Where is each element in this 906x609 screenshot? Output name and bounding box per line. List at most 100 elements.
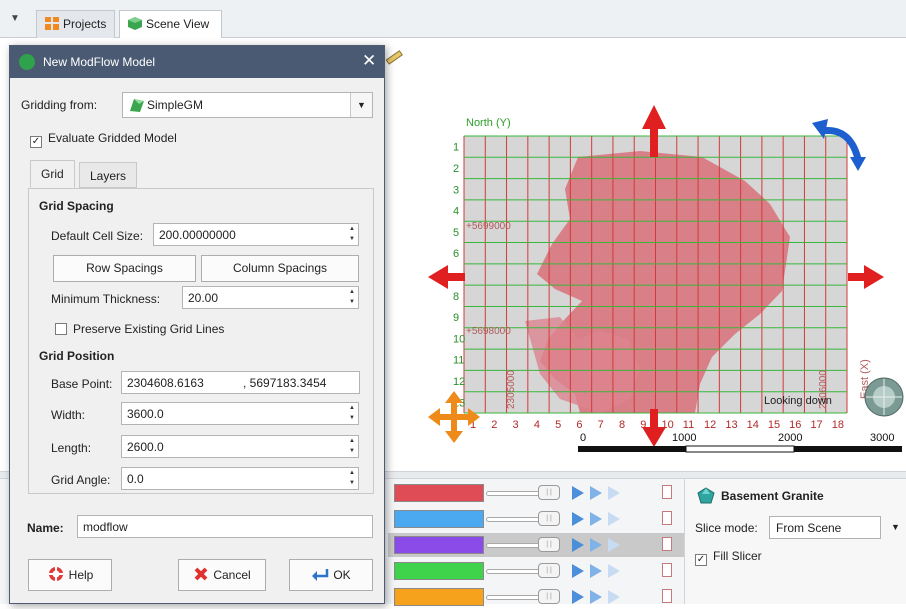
evaluate-label: Evaluate Gridded Model: [48, 131, 177, 145]
colour-swatch[interactable]: [394, 536, 484, 554]
close-icon[interactable]: ✕: [362, 51, 376, 71]
move-arrow-left-icon[interactable]: [428, 265, 465, 289]
dialog-title: New ModFlow Model: [43, 55, 156, 69]
base-point-input[interactable]: 2304608.6163 , 5697183.3454: [121, 371, 360, 394]
shape-row[interactable]: | |: [388, 507, 688, 531]
slice-mode-select[interactable]: From Scene: [769, 516, 881, 539]
view-mode-icon[interactable]: [572, 538, 584, 552]
column-tick-label: 14: [747, 419, 759, 431]
width-stepper[interactable]: ▲ ▼: [346, 403, 358, 424]
minimum-thickness-stepper[interactable]: ▲ ▼: [346, 287, 358, 308]
properties-icon[interactable]: [662, 589, 672, 603]
column-tick-label: 2: [491, 419, 497, 431]
scale-label-3000: 3000: [870, 432, 894, 444]
shape-row[interactable]: | |: [388, 559, 688, 583]
tab-projects[interactable]: Projects: [36, 10, 116, 38]
grid-position-heading: Grid Position: [39, 349, 115, 363]
view-mode-icon[interactable]: [590, 486, 602, 500]
gridding-from-value: SimpleGM: [147, 98, 204, 112]
base-point-y: , 5697183.3454: [243, 376, 327, 390]
fill-slicer-checkbox[interactable]: ✓ Fill Slicer: [695, 549, 762, 566]
fill-slicer-label: Fill Slicer: [713, 549, 762, 563]
column-tick-label: 3: [513, 419, 519, 431]
tab-grid[interactable]: Grid: [30, 160, 75, 188]
view-mode-icon[interactable]: [572, 564, 584, 578]
grid-angle-stepper[interactable]: ▲ ▼: [346, 468, 358, 489]
shape-row[interactable]: | |: [388, 533, 688, 557]
evaluate-gridded-model-checkbox[interactable]: ✓ Evaluate Gridded Model: [30, 131, 177, 148]
tab-menu-chevron-icon[interactable]: ▼: [10, 13, 20, 24]
view-mode-icon[interactable]: [590, 590, 602, 604]
row-spacings-button[interactable]: Row Spacings: [53, 255, 196, 282]
properties-icon[interactable]: [662, 563, 672, 577]
view-mode-icon[interactable]: [572, 486, 584, 500]
east-coord-1: 2305000: [506, 370, 517, 409]
view-mode-icon[interactable]: [572, 590, 584, 604]
view-mode-icon[interactable]: [572, 512, 584, 526]
dialog-title-bar[interactable]: New ModFlow Model ✕: [10, 46, 384, 78]
name-label: Name:: [27, 521, 64, 535]
tab-scene-view[interactable]: Scene View: [119, 10, 222, 38]
preserve-check-box: [55, 323, 67, 335]
row-tick-label: 12: [453, 376, 465, 388]
ok-label: OK: [333, 568, 351, 582]
colour-swatch[interactable]: [394, 588, 484, 606]
width-value: 3600.0: [127, 407, 164, 421]
column-tick-label: 4: [534, 419, 540, 431]
opacity-slider-knob[interactable]: | |: [538, 511, 560, 526]
gridding-dropdown-icon[interactable]: ▼: [350, 93, 372, 117]
name-input[interactable]: modflow: [77, 515, 373, 538]
length-input[interactable]: 2600.0 ▲ ▼: [121, 435, 359, 458]
row-tick-label: 10: [453, 333, 465, 345]
opacity-slider-knob[interactable]: | |: [538, 563, 560, 578]
granite-gem-icon: [697, 487, 715, 504]
view-mode-icon[interactable]: [590, 512, 602, 526]
document-tab-bar: ▼ Projects Scene View: [0, 0, 906, 38]
looking-down-label: Looking down: [764, 395, 832, 407]
row-tick-label: 2: [453, 163, 459, 175]
column-tick-label: 13: [725, 419, 737, 431]
properties-icon[interactable]: [662, 537, 672, 551]
opacity-slider-knob[interactable]: | |: [538, 589, 560, 604]
view-mode-icon[interactable]: [608, 590, 620, 604]
move-arrow-right-icon[interactable]: [848, 265, 884, 289]
gridding-from-select[interactable]: SimpleGM ▼: [122, 92, 373, 118]
default-cell-size-input[interactable]: 200.00000000 ▲ ▼: [153, 223, 359, 246]
opacity-slider-knob[interactable]: | |: [538, 485, 560, 500]
width-input[interactable]: 3600.0 ▲ ▼: [121, 402, 359, 425]
default-cell-size-stepper[interactable]: ▲ ▼: [346, 224, 358, 245]
cancel-button[interactable]: Cancel: [178, 559, 266, 591]
colour-swatch[interactable]: [394, 510, 484, 528]
slice-mode-dropdown-icon[interactable]: ▼: [891, 522, 900, 532]
shape-row[interactable]: | |: [388, 585, 688, 609]
preserve-grid-lines-checkbox[interactable]: Preserve Existing Grid Lines: [55, 322, 224, 336]
view-mode-icon[interactable]: [608, 564, 620, 578]
move-arrow-down-icon[interactable]: [642, 409, 666, 447]
grid-angle-input[interactable]: 0.0 ▲ ▼: [121, 467, 359, 490]
view-mode-icon[interactable]: [590, 538, 602, 552]
row-tick-label: 4: [453, 206, 459, 218]
properties-icon[interactable]: [662, 511, 672, 525]
view-mode-icon[interactable]: [608, 512, 620, 526]
tab-layers-label: Layers: [90, 169, 127, 183]
view-compass-icon[interactable]: [864, 377, 904, 417]
colour-swatch[interactable]: [394, 484, 484, 502]
opacity-slider-knob[interactable]: | |: [538, 537, 560, 552]
tab-layers[interactable]: Layers: [79, 162, 138, 188]
view-mode-icon[interactable]: [608, 538, 620, 552]
colour-swatch[interactable]: [394, 562, 484, 580]
view-mode-icon[interactable]: [608, 486, 620, 500]
column-spacings-button[interactable]: Column Spacings: [201, 255, 359, 282]
length-value: 2600.0: [127, 440, 164, 454]
scale-bar: [578, 445, 902, 453]
length-stepper[interactable]: ▲ ▼: [346, 436, 358, 457]
geological-model-icon: [130, 99, 144, 112]
minimum-thickness-input[interactable]: 20.00 ▲ ▼: [182, 286, 359, 309]
evaluate-check-icon: ✓: [30, 136, 42, 148]
shape-row[interactable]: | |: [388, 481, 688, 505]
help-button[interactable]: Help: [28, 559, 112, 591]
ok-button[interactable]: OK: [289, 559, 373, 591]
view-mode-icon[interactable]: [590, 564, 602, 578]
ruler-icon[interactable]: [385, 50, 403, 65]
properties-icon[interactable]: [662, 485, 672, 499]
